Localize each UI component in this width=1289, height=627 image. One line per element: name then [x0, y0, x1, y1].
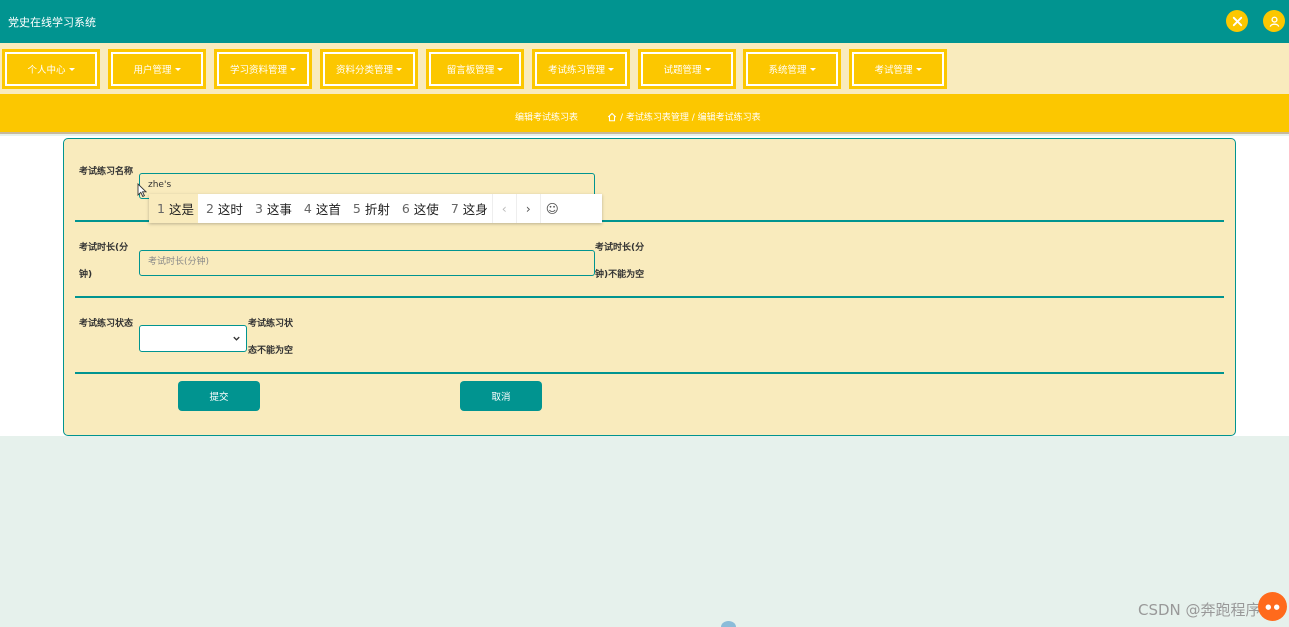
- ime-candidate[interactable]: 2 这时: [198, 194, 247, 223]
- breadcrumb-path[interactable]: / 考试练习表管理 / 编辑考试练习表: [620, 110, 761, 123]
- nav-item-study-material[interactable]: 学习资料管理: [214, 49, 312, 89]
- cancel-button[interactable]: 取消: [460, 381, 542, 411]
- name-label: 考试练习名称: [79, 167, 134, 177]
- ime-prev-icon[interactable]: ‹: [491, 194, 516, 223]
- nav-label: 资料分类管理: [335, 65, 393, 76]
- ime-candidate[interactable]: 1 这是: [149, 194, 198, 223]
- nav-label: 试题管理: [663, 65, 702, 76]
- row-divider: [75, 296, 1224, 298]
- nav-item-system-mgmt[interactable]: 系统管理: [743, 49, 841, 89]
- nav-label: 留言板管理: [446, 65, 495, 76]
- breadcrumb[interactable]: / 考试练习表管理 / 编辑考试练习表: [607, 110, 761, 123]
- caret-down-icon: [396, 67, 402, 71]
- ime-candidate[interactable]: 6 这使: [394, 194, 443, 223]
- submit-button[interactable]: 提交: [178, 381, 260, 411]
- nav-label: 考试管理: [874, 65, 913, 76]
- mouse-cursor-icon: [137, 183, 147, 197]
- sub-header: 编辑考试练习表 / 考试练习表管理 / 编辑考试练习表: [0, 94, 1289, 134]
- scroll-indicator-icon: [721, 621, 736, 627]
- nav-item-personal-center[interactable]: 个人中心: [2, 49, 100, 89]
- caret-down-icon: [809, 67, 816, 71]
- floating-app-icon[interactable]: ● ●: [1258, 592, 1287, 621]
- ime-candidate[interactable]: 4 这首: [296, 194, 345, 223]
- status-label: 考试练习状态: [79, 319, 134, 329]
- app-title: 党史在线学习系统: [8, 16, 96, 29]
- caret-down-icon: [915, 67, 922, 71]
- nav-item-material-category[interactable]: 资料分类管理: [320, 49, 418, 89]
- duration-error-hint: 考试时长(分钟)不能为空: [595, 243, 645, 280]
- nav-label: 考试练习管理: [547, 65, 605, 76]
- ime-next-icon[interactable]: ›: [515, 194, 540, 223]
- ime-candidate[interactable]: 7 这身: [443, 194, 492, 223]
- ime-candidate[interactable]: 5 折射: [345, 194, 394, 223]
- status-select[interactable]: [139, 325, 247, 352]
- nav-item-user-mgmt[interactable]: 用户管理: [108, 49, 206, 89]
- nav-label: 学习资料管理: [229, 65, 287, 76]
- ime-emoji-icon[interactable]: ☺: [539, 194, 564, 223]
- nav-item-message-board[interactable]: 留言板管理: [426, 49, 524, 89]
- row-divider: [75, 372, 1224, 374]
- close-button[interactable]: [1226, 10, 1248, 32]
- page-title: 编辑考试练习表: [515, 113, 579, 123]
- top-bar: 党史在线学习系统: [0, 0, 1289, 43]
- nav-item-exam-practice[interactable]: 考试练习管理: [532, 49, 630, 89]
- home-icon[interactable]: [607, 112, 617, 122]
- caret-down-icon: [68, 67, 75, 71]
- caret-down-icon: [497, 67, 504, 71]
- caret-down-icon: [704, 67, 711, 71]
- main-nav: 个人中心 用户管理 学习资料管理 资料分类管理 留言板管理 考试练习管理 试题管…: [0, 43, 1289, 94]
- nav-label: 个人中心: [27, 65, 66, 76]
- chevron-down-icon: [233, 336, 240, 341]
- watermark: CSDN @奔跑程序: [1138, 601, 1261, 619]
- ime-candidate[interactable]: 3 这事: [247, 194, 296, 223]
- status-error-hint: 考试练习状态不能为空: [248, 319, 294, 356]
- ime-candidate-popup: 1 这是 2 这时 3 这事 4 这首 5 折射 6 这使 7 这身 ‹ › ☺: [149, 194, 602, 223]
- caret-down-icon: [290, 67, 296, 71]
- caret-down-icon: [608, 67, 614, 71]
- nav-item-exam-mgmt[interactable]: 考试管理: [849, 49, 947, 89]
- user-button[interactable]: [1263, 10, 1285, 32]
- caret-down-icon: [174, 67, 181, 71]
- close-x-icon: [1232, 16, 1242, 26]
- user-icon: [1269, 16, 1279, 27]
- nav-label: 用户管理: [133, 65, 172, 76]
- nav-item-question-mgmt[interactable]: 试题管理: [638, 49, 736, 89]
- duration-input[interactable]: 考试时长(分钟): [139, 250, 595, 276]
- nav-label: 系统管理: [768, 65, 807, 76]
- duration-label: 考试时长(分钟): [79, 243, 129, 280]
